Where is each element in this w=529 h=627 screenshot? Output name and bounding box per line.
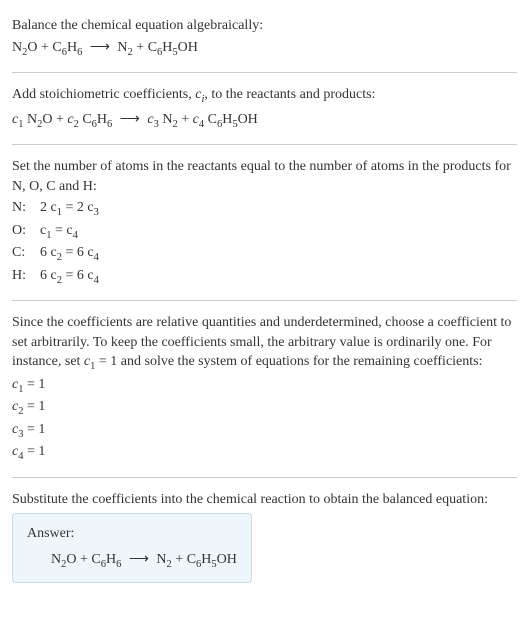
arrow-icon: ⟶	[120, 110, 140, 130]
atom-balance-table: N: 2 c1 = 2 c3 O: c1 = c4 C: 6 c2 = 6 c4…	[12, 198, 517, 288]
table-row: O: c1 = c4	[12, 221, 517, 243]
step2-equation: c1 N2O + c2 C6H6 ⟶ c3 N2 + c4 C6H5OH	[12, 110, 517, 132]
step3-text: Set the number of atoms in the reactants…	[12, 157, 517, 196]
table-row: H: 6 c2 = 6 c4	[12, 266, 517, 288]
step4-section: Since the coefficients are relative quan…	[12, 305, 517, 473]
step3-section: Set the number of atoms in the reactants…	[12, 149, 517, 296]
arrow-icon: ⟶	[129, 550, 149, 570]
step5-section: Substitute the coefficients into the che…	[12, 482, 517, 592]
list-item: c2 = 1	[12, 397, 517, 419]
step2-text: Add stoichiometric coefficients, ci, to …	[12, 85, 517, 107]
intro-section: Balance the chemical equation algebraica…	[12, 8, 517, 68]
step5-text: Substitute the coefficients into the che…	[12, 490, 517, 510]
coefficient-results: c1 = 1 c2 = 1 c3 = 1 c4 = 1	[12, 375, 517, 465]
answer-label: Answer:	[27, 524, 237, 544]
list-item: c3 = 1	[12, 420, 517, 442]
arrow-icon: ⟶	[90, 38, 110, 58]
answer-equation: N2O + C6H6 ⟶ N2 + C6H5OH	[27, 550, 237, 572]
answer-box: Answer: N2O + C6H6 ⟶ N2 + C6H5OH	[12, 513, 252, 583]
list-item: c4 = 1	[12, 442, 517, 464]
step2-section: Add stoichiometric coefficients, ci, to …	[12, 77, 517, 140]
intro-equation: N2O + C6H6 ⟶ N2 + C6H5OH	[12, 38, 517, 60]
intro-text: Balance the chemical equation algebraica…	[12, 16, 517, 36]
divider	[12, 72, 517, 73]
divider	[12, 300, 517, 301]
step4-text: Since the coefficients are relative quan…	[12, 313, 517, 375]
list-item: c1 = 1	[12, 375, 517, 397]
table-row: N: 2 c1 = 2 c3	[12, 198, 517, 220]
table-row: C: 6 c2 = 6 c4	[12, 243, 517, 265]
divider	[12, 477, 517, 478]
divider	[12, 144, 517, 145]
